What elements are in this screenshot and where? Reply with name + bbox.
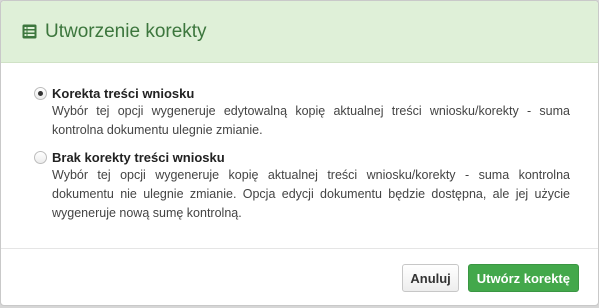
dialog-footer: Anuluj Utwórz korektę [1, 248, 598, 305]
dialog-title: Utworzenie korekty [45, 20, 207, 42]
cancel-button[interactable]: Anuluj [402, 264, 459, 292]
option-label[interactable]: Brak korekty treści wniosku [52, 149, 568, 166]
option-correct-content[interactable]: Korekta treści wniosku Wybór tej opcji w… [34, 85, 570, 140]
radio-correct-content[interactable] [34, 87, 47, 100]
list-alt-icon [21, 23, 38, 40]
option-no-correction[interactable]: Brak korekty treści wniosku Wybór tej op… [34, 149, 570, 223]
option-description: Wybór tej opcji wygeneruje edytowalną ko… [52, 104, 570, 137]
option-description: Wybór tej opcji wygeneruje kopię aktualn… [52, 168, 570, 220]
radio-no-correction[interactable] [34, 151, 47, 164]
option-label[interactable]: Korekta treści wniosku [52, 85, 568, 102]
dialog-body: Korekta treści wniosku Wybór tej opcji w… [1, 63, 598, 223]
create-correction-dialog: Utworzenie korekty Korekta treści wniosk… [0, 0, 599, 306]
dialog-header: Utworzenie korekty [1, 1, 598, 63]
create-correction-button[interactable]: Utwórz korektę [467, 264, 579, 292]
